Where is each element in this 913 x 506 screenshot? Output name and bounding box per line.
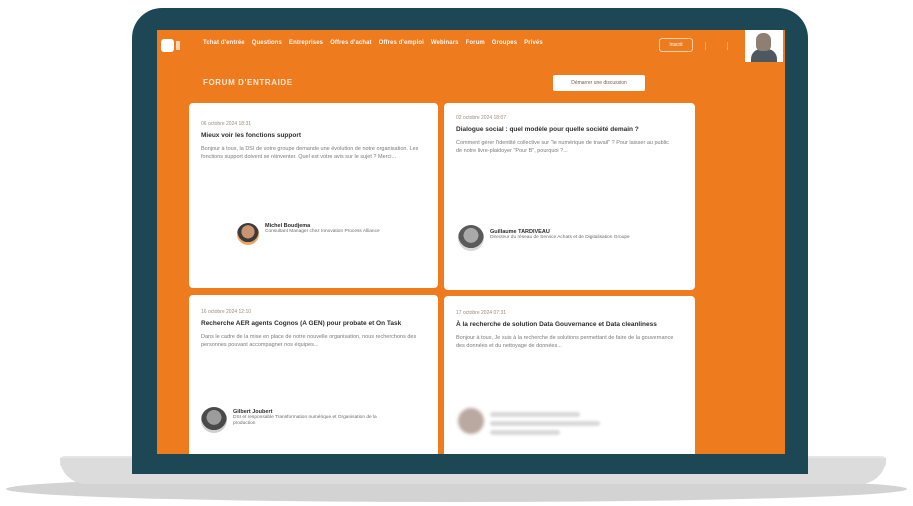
nav-divider bbox=[727, 42, 728, 50]
card-title[interactable]: Dialogue social : quel modèle pour quell… bbox=[456, 126, 671, 134]
card-title[interactable]: À la recherche de solution Data Gouverna… bbox=[456, 321, 671, 329]
card-date: 16 octobre 2024 12:10 bbox=[201, 309, 252, 315]
card-author[interactable] bbox=[458, 408, 600, 439]
card-date: 17 octobre 2024 07:31 bbox=[456, 310, 507, 316]
nav-link-groupes[interactable]: Groupes bbox=[492, 40, 517, 46]
nav-links: Tchat d'entrée Questions Entreprises Off… bbox=[203, 40, 543, 46]
site-logo[interactable] bbox=[161, 39, 180, 52]
card-excerpt: Comment gérer l'identité collective sur … bbox=[456, 140, 669, 154]
card-title[interactable]: Mieux voir les fonctions support bbox=[201, 132, 426, 140]
user-avatar[interactable] bbox=[745, 30, 783, 62]
nav-link-entreprises[interactable]: Entreprises bbox=[289, 40, 323, 46]
card-date: 02 octobre 2024 18:07 bbox=[456, 115, 507, 121]
card-excerpt: Bonjour à tous, la DSI de votre groupe d… bbox=[201, 146, 419, 160]
nav-link-forum[interactable]: Forum bbox=[466, 40, 485, 46]
card-author[interactable]: Guillaume TARDIVEAU Directeur du réseau … bbox=[458, 225, 640, 251]
forum-card[interactable]: 16 octobre 2024 12:10 Recherche AER agen… bbox=[189, 295, 438, 454]
blurred-author-role bbox=[490, 430, 560, 435]
blurred-author-role bbox=[490, 421, 600, 426]
author-role: Directeur du réseau de Service Achats et… bbox=[490, 235, 630, 240]
author-role: Consultant Manager chez Innovation Proce… bbox=[265, 229, 380, 234]
forum-card[interactable]: 06 octobre 2024 18:31 Mieux voir les fon… bbox=[189, 103, 438, 288]
nav-link-prives[interactable]: Privés bbox=[524, 40, 543, 46]
author-photo-blurred bbox=[458, 408, 484, 434]
nav-link-tchat[interactable]: Tchat d'entrée bbox=[203, 40, 245, 46]
nav-link-offres-emploi[interactable]: Offres d'emploi bbox=[379, 40, 424, 46]
blurred-author-name bbox=[490, 412, 580, 417]
author-photo bbox=[201, 407, 227, 433]
new-topic-button[interactable]: Démarrer une discussion bbox=[553, 75, 645, 91]
card-author[interactable]: Michel Boudjema Consultant Manager chez … bbox=[237, 223, 415, 245]
nav-link-offres-achat[interactable]: Offres d'achat bbox=[330, 40, 372, 46]
forum-card[interactable]: 17 octobre 2024 07:31 À la recherche de … bbox=[444, 296, 695, 454]
nav-divider bbox=[705, 42, 706, 50]
forum-card[interactable]: 02 octobre 2024 18:07 Dialogue social : … bbox=[444, 103, 695, 290]
author-role: DSI et responsable Transformation numéri… bbox=[233, 415, 377, 426]
card-excerpt: Bonjour à tous, Je suis à la recherche d… bbox=[456, 335, 674, 349]
card-date: 06 octobre 2024 18:31 bbox=[201, 121, 252, 127]
top-nav: Tchat d'entrée Questions Entreprises Off… bbox=[157, 30, 785, 62]
page-title: FORUM D'ENTRAIDE bbox=[203, 78, 293, 87]
laptop-screen: Tchat d'entrée Questions Entreprises Off… bbox=[157, 30, 785, 454]
avatar-head bbox=[756, 33, 771, 51]
card-author[interactable]: Gilbert Joubert DSI et responsable Trans… bbox=[201, 407, 383, 433]
author-photo bbox=[458, 225, 484, 251]
author-photo bbox=[237, 223, 259, 245]
nav-link-questions[interactable]: Questions bbox=[252, 40, 282, 46]
nav-cta-button[interactable]: Inscrit bbox=[659, 38, 693, 52]
nav-link-webinars[interactable]: Webinars bbox=[431, 40, 459, 46]
card-excerpt: Dans le cadre de la mise en place de not… bbox=[201, 334, 417, 348]
card-title[interactable]: Recherche AER agents Cognos (A GEN) pour… bbox=[201, 320, 416, 328]
